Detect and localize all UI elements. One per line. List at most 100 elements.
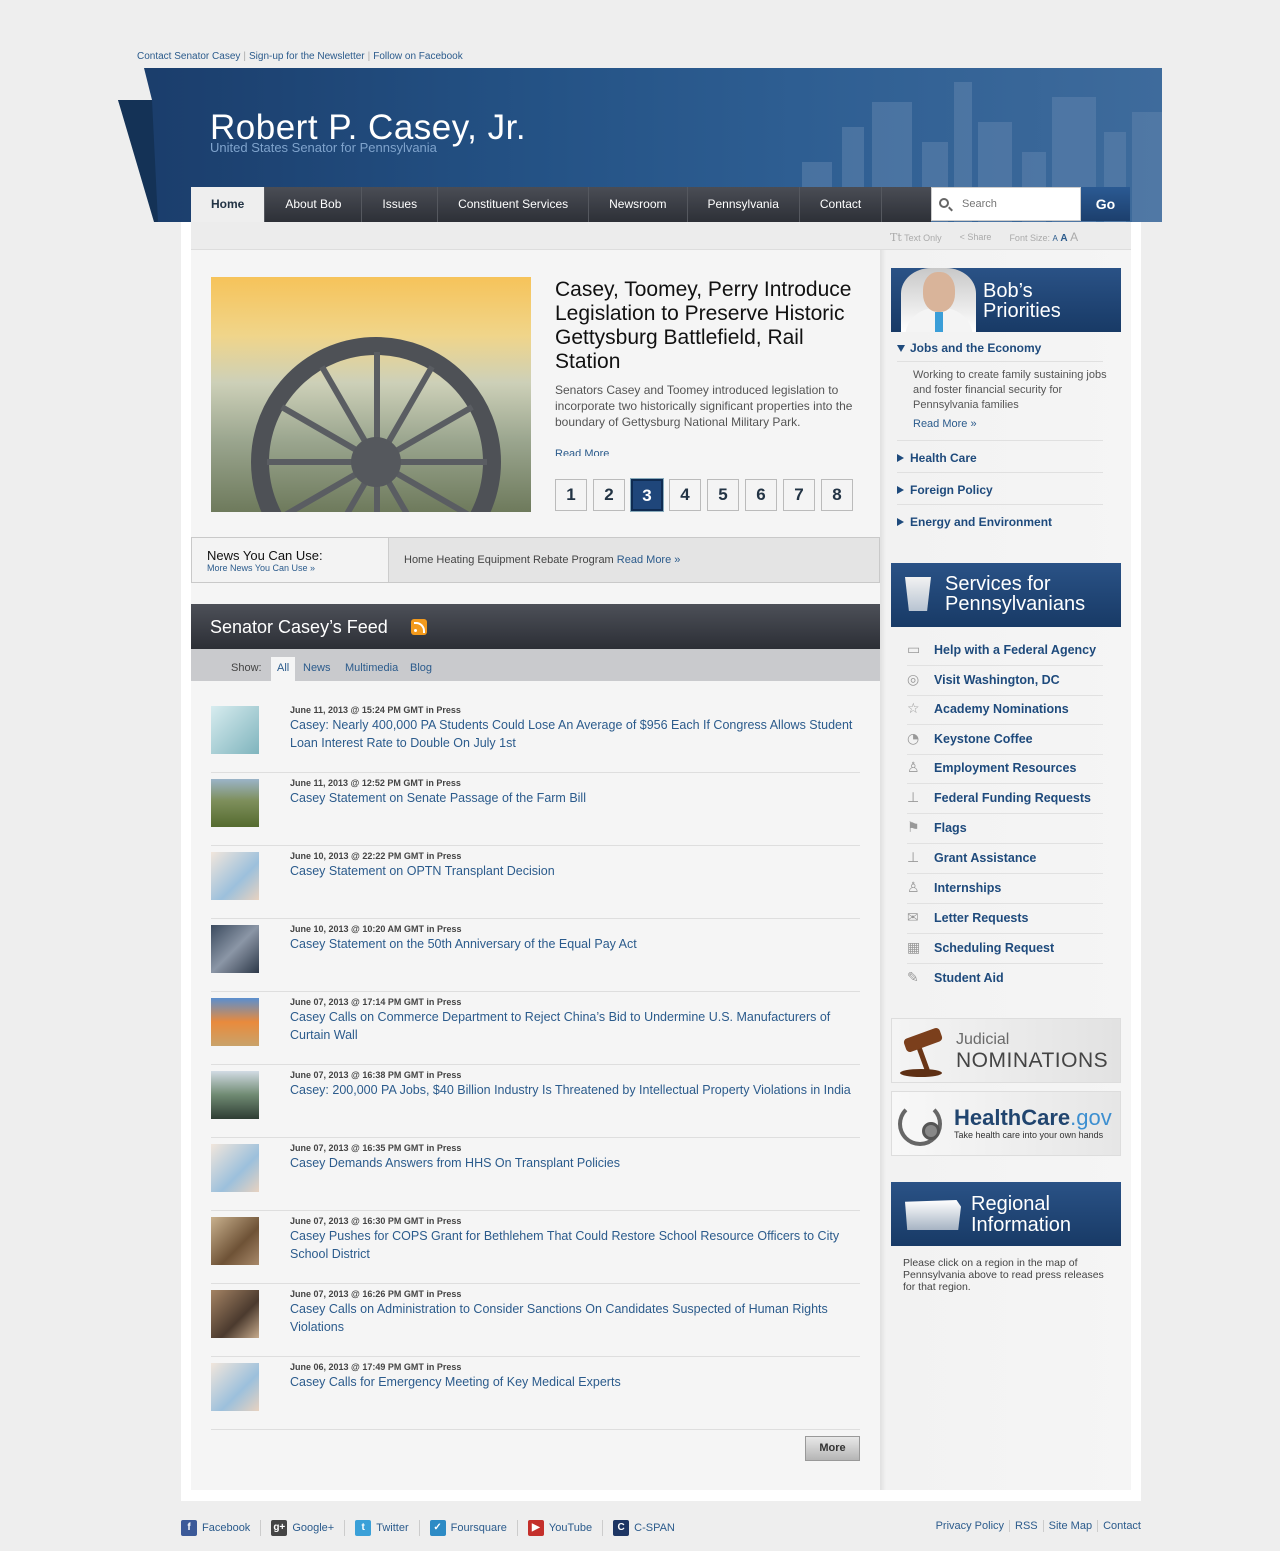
service-item[interactable]: ♙ Employment Resources xyxy=(907,754,1103,784)
news-read-more-link[interactable]: Read More » xyxy=(617,554,681,566)
feed-thumbnail[interactable] xyxy=(211,1217,259,1265)
feed-item-meta: June 07, 2013 @ 16:30 PM GMT in Press xyxy=(290,1216,462,1226)
nav-newsroom[interactable]: Newsroom xyxy=(589,187,688,222)
feed-more-button[interactable]: More xyxy=(805,1436,860,1461)
service-item[interactable]: ✎ Student Aid xyxy=(907,964,1103,994)
youtube-link[interactable]: ▶ YouTube xyxy=(518,1520,604,1536)
feed-thumbnail[interactable] xyxy=(211,1071,259,1119)
site-map-link[interactable]: Site Map xyxy=(1044,1520,1099,1532)
service-label[interactable]: Student Aid xyxy=(934,971,1004,985)
text-only-link[interactable]: Tt Text Only xyxy=(890,231,942,244)
pager-button[interactable]: 4 xyxy=(669,479,701,511)
search-input[interactable] xyxy=(962,194,1072,214)
service-label[interactable]: Academy Nominations xyxy=(934,702,1069,716)
feed-item-title[interactable]: Casey Statement on OPTN Transplant Decis… xyxy=(290,862,860,880)
judicial-nominations-banner[interactable]: Judicial NOMINATIONS xyxy=(891,1018,1121,1083)
feed-item-title[interactable]: Casey Demands Answers from HHS On Transp… xyxy=(290,1154,860,1172)
pager-button[interactable]: 1 xyxy=(555,479,587,511)
hero-cannon-image[interactable] xyxy=(211,277,531,512)
healthcare-gov-banner[interactable]: HealthCare.gov Take health care into you… xyxy=(891,1091,1121,1156)
service-item[interactable]: ✉ Letter Requests xyxy=(907,904,1103,934)
service-label[interactable]: Keystone Coffee xyxy=(934,732,1033,746)
search-icon xyxy=(939,198,949,208)
feed-thumbnail[interactable] xyxy=(211,925,259,973)
feed-item-title[interactable]: Casey: 200,000 PA Jobs, $40 Billion Indu… xyxy=(290,1081,860,1099)
service-label[interactable]: Federal Funding Requests xyxy=(934,791,1091,805)
filter-blog[interactable]: Blog xyxy=(404,657,438,681)
nav-about-bob[interactable]: About Bob xyxy=(265,187,363,222)
nav-home[interactable]: Home xyxy=(191,187,266,222)
pager-button-active[interactable]: 3 xyxy=(631,479,663,511)
service-label[interactable]: Visit Washington, DC xyxy=(934,673,1060,687)
foursquare-link[interactable]: ✓ Foursquare xyxy=(420,1520,518,1536)
feed-item-title[interactable]: Casey Statement on the 50th Anniversary … xyxy=(290,935,860,953)
hero-headline[interactable]: Casey, Toomey, Perry Introduce Legislati… xyxy=(555,278,855,374)
hero-read-more[interactable]: Read More xyxy=(555,448,609,456)
font-size-small[interactable]: A xyxy=(1052,234,1057,243)
service-label[interactable]: Flags xyxy=(934,821,967,835)
priority-energy-environment[interactable]: Energy and Environment xyxy=(897,515,1103,529)
feed-item-title[interactable]: Casey Calls on Commerce Department to Re… xyxy=(290,1008,860,1044)
filter-multimedia[interactable]: Multimedia xyxy=(339,657,404,681)
font-size-medium[interactable]: A xyxy=(1060,233,1067,244)
service-label[interactable]: Letter Requests xyxy=(934,911,1028,925)
feed-item-title[interactable]: Casey: Nearly 400,000 PA Students Could … xyxy=(290,716,860,752)
service-label[interactable]: Help with a Federal Agency xyxy=(934,643,1096,657)
filter-news[interactable]: News xyxy=(297,657,337,681)
feed-item: June 11, 2013 @ 12:52 PM GMT in Press Ca… xyxy=(211,773,860,846)
feed-thumbnail[interactable] xyxy=(211,1363,259,1411)
facebook-link[interactable]: f Facebook xyxy=(181,1520,262,1536)
feed-thumbnail[interactable] xyxy=(211,1290,259,1338)
priority-foreign-policy[interactable]: Foreign Policy xyxy=(897,483,1103,497)
service-label[interactable]: Employment Resources xyxy=(934,761,1076,775)
privacy-policy-link[interactable]: Privacy Policy xyxy=(931,1520,1011,1532)
feed-item-title[interactable]: Casey Calls for Emergency Meeting of Key… xyxy=(290,1373,860,1391)
nav-pennsylvania[interactable]: Pennsylvania xyxy=(688,187,800,222)
search-go-button[interactable]: Go xyxy=(1081,187,1130,221)
service-item[interactable]: ◔ Keystone Coffee xyxy=(907,725,1103,755)
priority-jobs-economy[interactable]: Jobs and the Economy xyxy=(897,341,1103,355)
pager-button[interactable]: 7 xyxy=(783,479,815,511)
twitter-link[interactable]: t Twitter xyxy=(345,1520,420,1536)
google-plus-link[interactable]: g+ Google+ xyxy=(261,1520,346,1536)
cspan-link[interactable]: C C-SPAN xyxy=(603,1520,685,1536)
feed-item-title[interactable]: Casey Calls on Administration to Conside… xyxy=(290,1300,860,1336)
feed-item-title[interactable]: Casey Statement on Senate Passage of the… xyxy=(290,789,860,807)
more-news-link[interactable]: More News You Can Use » xyxy=(207,563,315,573)
service-item[interactable]: ♙ Internships xyxy=(907,874,1103,904)
share-link[interactable]: < Share xyxy=(960,232,992,242)
service-label[interactable]: Internships xyxy=(934,881,1001,895)
facebook-follow-link[interactable]: Follow on Facebook xyxy=(373,51,463,62)
nav-constituent-services[interactable]: Constituent Services xyxy=(438,187,590,222)
feed-thumbnail[interactable] xyxy=(211,998,259,1046)
service-label[interactable]: Scheduling Request xyxy=(934,941,1054,955)
contact-link[interactable]: Contact Senator Casey xyxy=(137,51,240,62)
footer-contact-link[interactable]: Contact xyxy=(1098,1520,1141,1532)
service-item[interactable]: ⊥ Federal Funding Requests xyxy=(907,784,1103,814)
feed-item-title[interactable]: Casey Pushes for COPS Grant for Bethlehe… xyxy=(290,1227,860,1263)
filter-all[interactable]: All xyxy=(271,657,296,681)
service-item[interactable]: ▦ Scheduling Request xyxy=(907,934,1103,964)
feed-thumbnail[interactable] xyxy=(211,706,259,754)
feed-thumbnail[interactable] xyxy=(211,852,259,900)
service-item[interactable]: ☆ Academy Nominations xyxy=(907,695,1103,725)
nav-contact[interactable]: Contact xyxy=(800,187,883,222)
rss-icon[interactable] xyxy=(411,619,427,635)
newsletter-link[interactable]: Sign-up for the Newsletter xyxy=(249,51,365,62)
feed-thumbnail[interactable] xyxy=(211,779,259,827)
service-item[interactable]: ◎ Visit Washington, DC xyxy=(907,666,1103,696)
pager-button[interactable]: 8 xyxy=(821,479,853,511)
priority-health-care[interactable]: Health Care xyxy=(897,451,1103,465)
service-label[interactable]: Grant Assistance xyxy=(934,851,1036,865)
service-item[interactable]: ⊥ Grant Assistance xyxy=(907,844,1103,874)
rss-link[interactable]: RSS xyxy=(1010,1520,1044,1532)
pager-button[interactable]: 2 xyxy=(593,479,625,511)
pager-button[interactable]: 6 xyxy=(745,479,777,511)
service-item[interactable]: ⚑ Flags xyxy=(907,814,1103,844)
priority-read-more[interactable]: Read More » xyxy=(913,418,977,430)
feed-thumbnail[interactable] xyxy=(211,1144,259,1192)
service-item[interactable]: ▭ Help with a Federal Agency xyxy=(907,636,1103,666)
nav-issues[interactable]: Issues xyxy=(362,187,439,222)
font-size-large[interactable]: A xyxy=(1070,230,1078,244)
pager-button[interactable]: 5 xyxy=(707,479,739,511)
